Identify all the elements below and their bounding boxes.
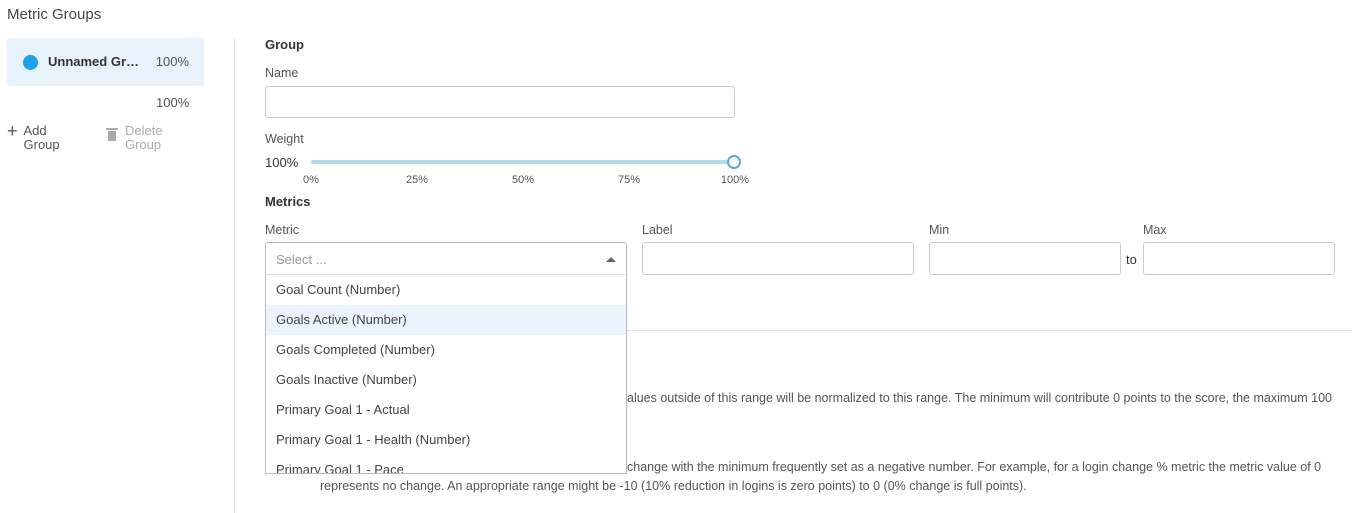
dropdown-option[interactable]: Primary Goal 1 - Actual (266, 395, 626, 425)
add-group-label: Add Group (24, 124, 60, 152)
dropdown-option[interactable]: Goals Active (Number) (266, 305, 626, 335)
delete-group-button[interactable]: Delete Group (106, 124, 163, 152)
section-divider (627, 330, 1352, 331)
range-to-text: to (1126, 252, 1137, 267)
total-weight: 100% (156, 95, 190, 110)
min-input[interactable] (929, 242, 1121, 275)
plus-icon: + (7, 121, 18, 141)
dropdown-option[interactable]: Primary Goal 1 - Pace (266, 455, 626, 473)
max-label: Max (1143, 223, 1167, 237)
group-heading: Group (265, 37, 304, 52)
caret-up-icon (606, 257, 616, 262)
delete-group-label: Delete Group (125, 124, 163, 152)
slider-tick-label: 0% (303, 174, 319, 186)
group-list-item[interactable]: Unnamed Group 100% (7, 38, 204, 86)
trash-icon (106, 128, 118, 141)
delete-group-label-line1: Delete (125, 123, 163, 138)
group-name-input[interactable] (265, 86, 735, 118)
add-group-label-line2: Group (23, 137, 60, 152)
min-label: Min (929, 223, 950, 237)
weight-value: 100% (265, 155, 299, 170)
metric-dropdown-menu[interactable]: Goal Count (Number) Goals Active (Number… (265, 274, 627, 474)
slider-tick-label: 50% (511, 174, 535, 186)
group-weight: 100% (155, 54, 189, 69)
help-text-line: alues outside of this range will be norm… (627, 391, 1332, 405)
slider-tick-label: 100% (720, 174, 750, 186)
metric-label-input[interactable] (642, 242, 914, 275)
add-group-label-line1: Add (23, 123, 47, 138)
slider-tick-label: 25% (405, 174, 429, 186)
help-text-line: change with the minimum frequently set a… (627, 460, 1322, 474)
weight-slider-track[interactable] (311, 160, 735, 164)
dropdown-option[interactable]: Goal Count (Number) (266, 275, 626, 305)
group-name: Unnamed Group (48, 54, 143, 69)
metric-select-placeholder: Select ... (276, 252, 327, 267)
slider-tick-label: 75% (617, 174, 641, 186)
group-color-dot (23, 55, 38, 70)
delete-group-label-line2: Group (125, 137, 162, 152)
dropdown-option[interactable]: Goals Inactive (Number) (266, 365, 626, 395)
weight-label: Weight (265, 132, 304, 146)
help-text-line: represents no change. An appropriate ran… (320, 479, 1027, 493)
page-title: Metric Groups (7, 6, 102, 23)
add-group-button[interactable]: + Add Group (7, 121, 60, 152)
label-label: Label (642, 223, 673, 237)
metrics-heading: Metrics (265, 194, 311, 209)
max-input[interactable] (1143, 242, 1335, 275)
metric-label: Metric (265, 223, 300, 237)
dropdown-option[interactable]: Goals Completed (Number) (266, 335, 626, 365)
metric-select[interactable]: Select ... (265, 242, 627, 275)
dropdown-option[interactable]: Primary Goal 1 - Health (Number) (266, 425, 626, 455)
weight-slider-thumb[interactable] (727, 155, 741, 169)
sidebar-divider (234, 38, 235, 513)
name-label: Name (265, 66, 299, 80)
